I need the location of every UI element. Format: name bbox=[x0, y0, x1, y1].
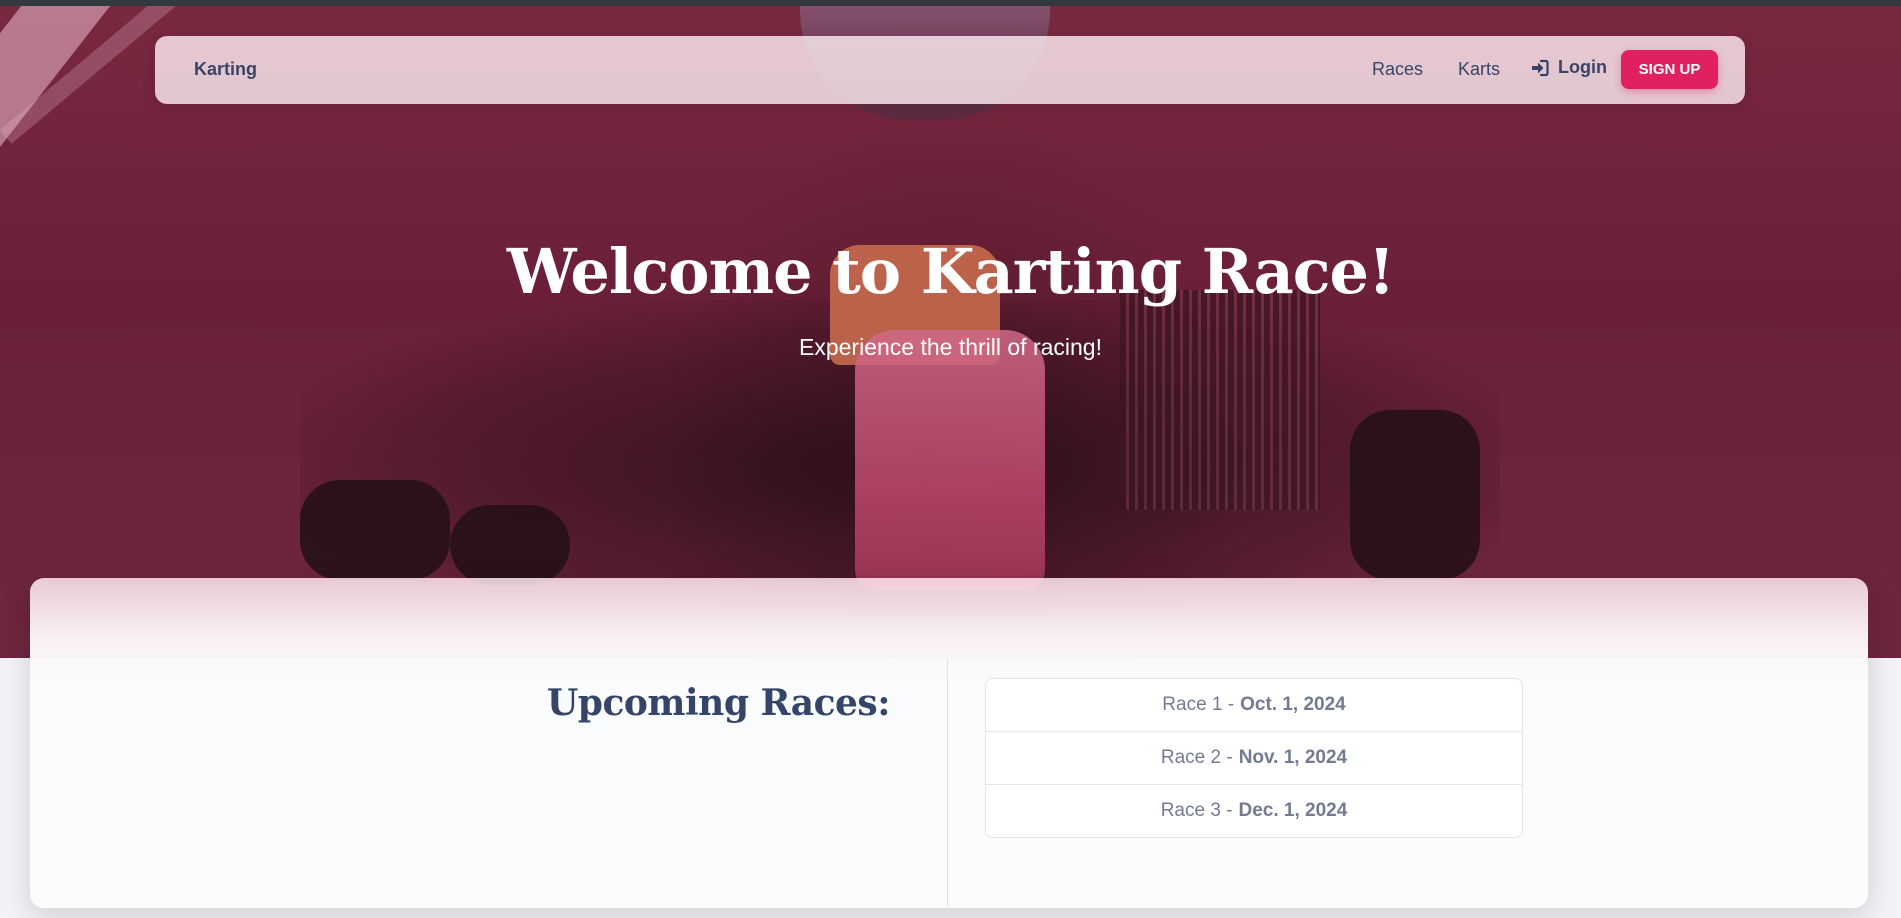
race-date: Nov. 1, 2024 bbox=[1238, 747, 1348, 768]
hero-subtitle: Experience the thrill of racing! bbox=[799, 334, 1102, 360]
nav-link-karts[interactable]: Karts bbox=[1458, 59, 1500, 80]
kart-wheel-right bbox=[1350, 410, 1480, 580]
kart-wheel-left-rear bbox=[450, 505, 570, 585]
list-item-race-1: Race 1 - Oct. 1, 2024 bbox=[986, 679, 1522, 732]
browser-top-strip bbox=[0, 0, 1901, 6]
brand-link[interactable]: Karting bbox=[194, 59, 257, 80]
list-item-race-2: Race 2 - Nov. 1, 2024 bbox=[986, 732, 1522, 785]
kart-seat-image bbox=[855, 330, 1045, 590]
upcoming-races-heading: Upcoming Races: bbox=[546, 682, 891, 724]
vertical-divider bbox=[947, 658, 948, 918]
nav-link-login[interactable]: Login bbox=[1530, 57, 1607, 78]
nav-login-label: Login bbox=[1558, 57, 1607, 77]
race-date: Oct. 1, 2024 bbox=[1240, 694, 1346, 715]
nav-link-races[interactable]: Races bbox=[1372, 59, 1423, 80]
sign-up-button[interactable]: SIGN UP bbox=[1621, 50, 1718, 89]
hero-title: Welcome to Karting Race! bbox=[506, 235, 1395, 308]
sign-in-icon bbox=[1532, 59, 1549, 76]
kart-radiator-image bbox=[1120, 290, 1320, 510]
race-name: Race 1 - bbox=[1162, 694, 1235, 715]
top-navbar: Karting Races Karts Login SIGN UP bbox=[155, 36, 1745, 104]
kart-wheel-left bbox=[300, 480, 450, 580]
list-item-race-3: Race 3 - Dec. 1, 2024 bbox=[986, 785, 1522, 837]
race-name: Race 2 - bbox=[1160, 747, 1233, 768]
race-list: Race 1 - Oct. 1, 2024 Race 2 - Nov. 1, 2… bbox=[985, 678, 1523, 838]
upcoming-races-card: Upcoming Races: Race 1 - Oct. 1, 2024 Ra… bbox=[30, 578, 1868, 918]
race-name: Race 3 - bbox=[1160, 800, 1233, 821]
race-date: Dec. 1, 2024 bbox=[1238, 800, 1348, 821]
